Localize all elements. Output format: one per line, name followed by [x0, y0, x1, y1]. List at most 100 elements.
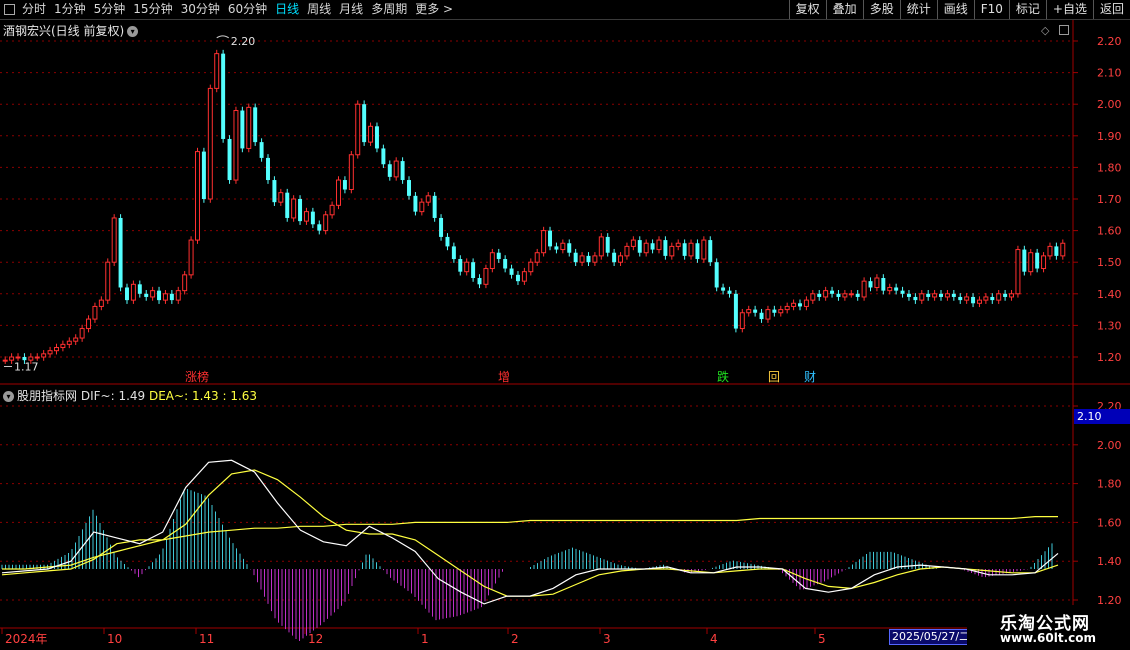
- candle-body-up: [79, 328, 85, 339]
- tab-5min[interactable]: 5分钟: [90, 1, 130, 18]
- event-marker: 涨榜: [185, 369, 209, 384]
- candle-body-up: [842, 293, 848, 298]
- candle-body-up: [150, 290, 156, 298]
- candle-body-up: [233, 110, 239, 181]
- price-tick-label: 1.80: [1097, 161, 1122, 174]
- main-chart-title[interactable]: 酒钢宏兴(日线 前复权) ▾: [3, 22, 139, 39]
- candle-body-down: [913, 296, 918, 301]
- candle-body-down: [567, 243, 572, 253]
- candle-body-up: [669, 245, 675, 257]
- mark-button[interactable]: 标记: [1008, 0, 1046, 19]
- candle-body-down: [509, 268, 514, 275]
- candle-body-down: [695, 243, 700, 260]
- candle-body-up: [1047, 245, 1053, 257]
- candle-body-down: [881, 278, 886, 291]
- candle-body-down: [990, 296, 995, 301]
- tab-15min[interactable]: 15分钟: [129, 1, 176, 18]
- candle-body-down: [926, 293, 931, 297]
- price-tick-label: 1.20: [1097, 351, 1122, 364]
- candle-body-down: [708, 240, 713, 263]
- chevron-right-icon: >: [443, 2, 454, 16]
- candle-body-down: [958, 296, 963, 301]
- candle-body-up: [291, 198, 297, 219]
- event-marker: 跌: [717, 369, 729, 384]
- tab-weekly[interactable]: 周线: [303, 1, 335, 18]
- statistics-button[interactable]: 统计: [899, 0, 937, 19]
- candle-body-up: [303, 211, 309, 222]
- candle-body-down: [798, 303, 802, 307]
- window-box-icon[interactable]: [1059, 25, 1069, 35]
- candle-body-down: [169, 293, 174, 301]
- time-label: 5: [818, 632, 826, 646]
- candle-body-up: [656, 239, 662, 251]
- candle-body-down: [663, 240, 668, 256]
- candle-body-down: [605, 236, 610, 253]
- candle-body-down: [900, 290, 905, 294]
- price-tick-label: 1.50: [1097, 256, 1122, 269]
- candle-body-down: [554, 246, 559, 250]
- back-button[interactable]: 返回: [1092, 0, 1130, 19]
- candle-body-up: [348, 154, 354, 191]
- multi-stock-button[interactable]: 多股: [862, 0, 900, 19]
- candle-body-up: [996, 293, 1002, 301]
- dea-value: 1.43: [191, 389, 219, 403]
- candle-body-up: [810, 293, 816, 301]
- candle-body-down: [515, 274, 520, 282]
- tab-multi-period[interactable]: 多周期: [367, 1, 411, 18]
- event-marker: 增: [498, 370, 510, 384]
- candle-body-down: [381, 148, 386, 165]
- candle-body-down: [830, 290, 835, 294]
- tab-1min[interactable]: 1分钟: [50, 1, 90, 18]
- candle-body-down: [400, 161, 405, 181]
- overlay-button[interactable]: 叠加: [825, 0, 863, 19]
- tab-60min[interactable]: 60分钟: [224, 1, 271, 18]
- candle-body-up: [464, 261, 470, 273]
- dif-label: DIF~:: [80, 389, 119, 403]
- price-chart[interactable]: 2.20 2.10 2.00 1.90 1.80 1.70 1.60 1.50 1.40 1.30…: [0, 20, 1130, 650]
- chevron-down-icon[interactable]: ▾: [127, 26, 139, 37]
- candle-body-up: [195, 151, 200, 241]
- candle-body-up: [746, 309, 752, 314]
- tab-more[interactable]: 更多 >: [411, 1, 457, 18]
- tab-timeshare[interactable]: 分时: [18, 1, 50, 18]
- price-tick-label: 2.20: [1097, 35, 1122, 48]
- candle-body-up: [765, 309, 771, 320]
- dif-value: 1.49: [118, 389, 146, 403]
- candle-body-up: [976, 299, 982, 304]
- candle-body-up: [688, 242, 694, 257]
- candle-body-down: [298, 199, 303, 222]
- add-watchlist-button[interactable]: +自选: [1045, 0, 1093, 19]
- candle-body-up: [9, 356, 15, 361]
- candle-body-up: [425, 195, 431, 203]
- draw-line-button[interactable]: 画线: [936, 0, 974, 19]
- price-tick-label: 1.40: [1097, 288, 1122, 301]
- candle-body-down: [118, 217, 123, 288]
- candle-body-down: [362, 104, 367, 143]
- candle-body-down: [259, 142, 264, 158]
- candle-body-up: [73, 337, 79, 342]
- time-label: 1: [421, 632, 429, 646]
- f10-button[interactable]: F10: [973, 0, 1009, 19]
- candle-body-up: [803, 299, 809, 307]
- chevron-down-icon[interactable]: ▾: [3, 391, 14, 402]
- indicator-tick-label: 1.80: [1097, 478, 1122, 491]
- layout-toggle-icon[interactable]: [4, 4, 15, 15]
- candle-body-up: [182, 274, 188, 292]
- candle-body-down: [458, 259, 463, 272]
- candle-body-down: [227, 138, 232, 181]
- adjust-button[interactable]: 复权: [788, 0, 826, 19]
- candle-body-up: [483, 268, 489, 285]
- low-price-label: 1.17: [14, 360, 39, 373]
- candle-body-down: [759, 312, 764, 320]
- indicator-title[interactable]: ▾ 股朋指标网 DIF~: 1.49 DEA~: 1.43 : 1.63: [3, 387, 257, 404]
- candle-body-down: [157, 290, 162, 301]
- candle-body-up: [41, 353, 47, 358]
- tab-daily[interactable]: 日线: [271, 1, 303, 18]
- candle-body-up: [355, 103, 361, 156]
- tab-monthly[interactable]: 月线: [335, 1, 367, 18]
- diamond-icon[interactable]: ◇: [1041, 24, 1049, 37]
- price-tick-label: 1.60: [1097, 225, 1122, 238]
- tab-30min[interactable]: 30分钟: [177, 1, 224, 18]
- candle-body-up: [541, 230, 547, 254]
- time-label: 2024年: [5, 632, 48, 646]
